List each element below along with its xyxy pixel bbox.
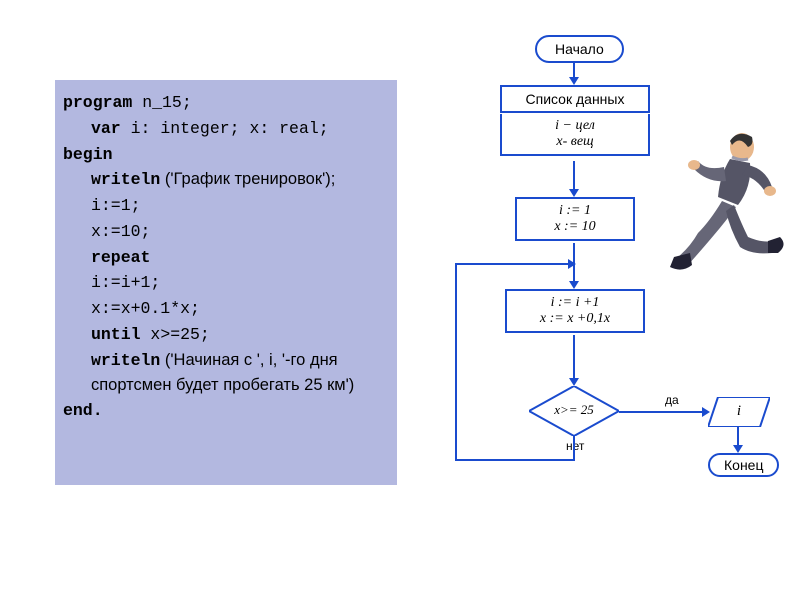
connector bbox=[573, 161, 575, 191]
arrow-icon bbox=[569, 378, 579, 386]
arrow-icon bbox=[568, 259, 576, 269]
init-line: i := 1 bbox=[559, 203, 591, 219]
end-label: Конец bbox=[724, 457, 763, 473]
flow-data-types: i − цел x- вещ bbox=[500, 114, 650, 156]
connector bbox=[737, 427, 739, 447]
connector bbox=[455, 263, 457, 461]
arrow-icon bbox=[569, 77, 579, 85]
code-text: n_15; bbox=[132, 93, 191, 112]
code-text: i:=i+1; bbox=[91, 273, 160, 292]
arrow-icon bbox=[733, 445, 743, 453]
data-line: i − цел bbox=[555, 118, 595, 134]
flow-init: i := 1 x := 10 bbox=[515, 197, 635, 241]
connector bbox=[573, 436, 575, 461]
flow-output: i bbox=[708, 397, 770, 427]
body-line: i := i +1 bbox=[551, 295, 600, 311]
arrow-icon bbox=[569, 281, 579, 289]
flow-data: Список данных bbox=[500, 85, 650, 113]
no-label: нет bbox=[566, 439, 584, 453]
kw-until: until bbox=[91, 325, 141, 344]
data-line: x- вещ bbox=[556, 134, 593, 150]
output-label: i bbox=[708, 403, 770, 420]
flowchart: Начало Список данных i − цел x- вещ i :=… bbox=[450, 35, 790, 555]
connector bbox=[455, 459, 575, 461]
code-text: x>=25; bbox=[141, 325, 210, 344]
kw-end: end. bbox=[63, 401, 103, 420]
yes-label: да bbox=[665, 393, 679, 407]
code-text: i:=1; bbox=[91, 196, 141, 215]
kw-writeln: writeln bbox=[91, 351, 160, 370]
body-line: x := x +0,1x bbox=[540, 311, 610, 327]
flow-end: Конец bbox=[708, 453, 779, 477]
runner-image bbox=[660, 125, 790, 285]
cond-label: x>= 25 bbox=[529, 402, 619, 418]
kw-writeln: writeln bbox=[91, 170, 160, 189]
code-text: x:=10; bbox=[91, 222, 150, 241]
flow-start: Начало bbox=[535, 35, 624, 63]
kw-program: program bbox=[63, 93, 132, 112]
data-title: Список данных bbox=[526, 91, 625, 107]
code-text: ('График тренировок'); bbox=[160, 170, 335, 188]
flow-decision: x>= 25 bbox=[529, 386, 619, 436]
code-panel: program n_15; var i: integer; x: real; b… bbox=[55, 80, 397, 485]
arrow-icon bbox=[569, 189, 579, 197]
kw-var: var bbox=[91, 119, 121, 138]
code-text: i: integer; x: real; bbox=[121, 119, 329, 138]
connector bbox=[573, 335, 575, 380]
init-line: x := 10 bbox=[554, 219, 595, 235]
kw-begin: begin bbox=[63, 145, 113, 164]
flow-body: i := i +1 x := x +0,1x bbox=[505, 289, 645, 333]
kw-repeat: repeat bbox=[91, 248, 150, 267]
code-text: x:=x+0.1*x; bbox=[91, 299, 200, 318]
connector bbox=[455, 263, 573, 265]
connector bbox=[619, 411, 704, 413]
start-label: Начало bbox=[555, 41, 604, 57]
